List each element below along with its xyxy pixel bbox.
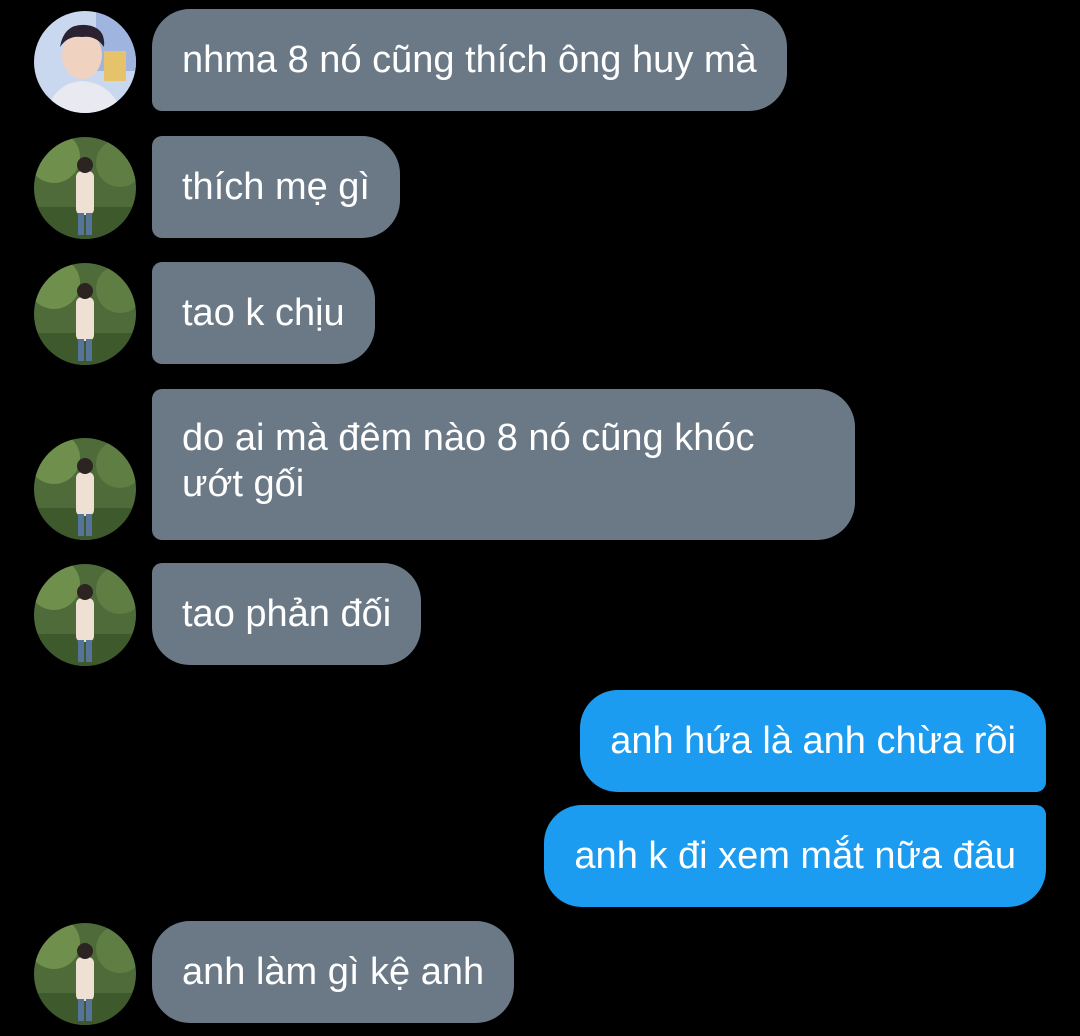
message-bubble[interactable]: anh hứa là anh chừa rồi [580, 690, 1046, 792]
avatar-photo-b [34, 438, 136, 540]
avatar[interactable] [34, 438, 136, 540]
avatar[interactable] [34, 11, 136, 113]
avatar-photo-b [34, 263, 136, 365]
message-text: anh k đi xem mắt nữa đâu [574, 835, 1016, 877]
avatar-photo-b [34, 137, 136, 239]
message-bubble[interactable]: anh làm gì kệ anh [152, 921, 515, 1023]
message-bubble[interactable]: nhma 8 nó cũng thích ông huy mà [152, 9, 787, 111]
message-text: do ai mà đêm nào 8 nó cũng khóc ướt gối [182, 417, 755, 505]
avatar-photo-b [34, 923, 136, 1025]
message-bubble[interactable]: tao phản đối [152, 563, 422, 665]
message-text: nhma 8 nó cũng thích ông huy mà [182, 39, 757, 81]
message-text: tao phản đối [182, 593, 392, 635]
message-bubble[interactable]: do ai mà đêm nào 8 nó cũng khóc ướt gối [152, 389, 855, 540]
avatar[interactable] [34, 137, 136, 239]
message-text: anh làm gì kệ anh [182, 951, 485, 993]
avatar-photo-a [34, 11, 136, 113]
message-text: thích mẹ gì [182, 166, 370, 208]
message-text: anh hứa là anh chừa rồi [610, 720, 1016, 762]
avatar-photo-b [34, 564, 136, 666]
avatar[interactable] [34, 564, 136, 666]
message-bubble[interactable]: anh k đi xem mắt nữa đâu [544, 805, 1046, 907]
message-bubble[interactable]: thích mẹ gì [152, 136, 400, 238]
avatar[interactable] [34, 923, 136, 1025]
avatar[interactable] [34, 263, 136, 365]
message-text: tao k chịu [182, 292, 345, 334]
message-bubble[interactable]: tao k chịu [152, 262, 375, 364]
